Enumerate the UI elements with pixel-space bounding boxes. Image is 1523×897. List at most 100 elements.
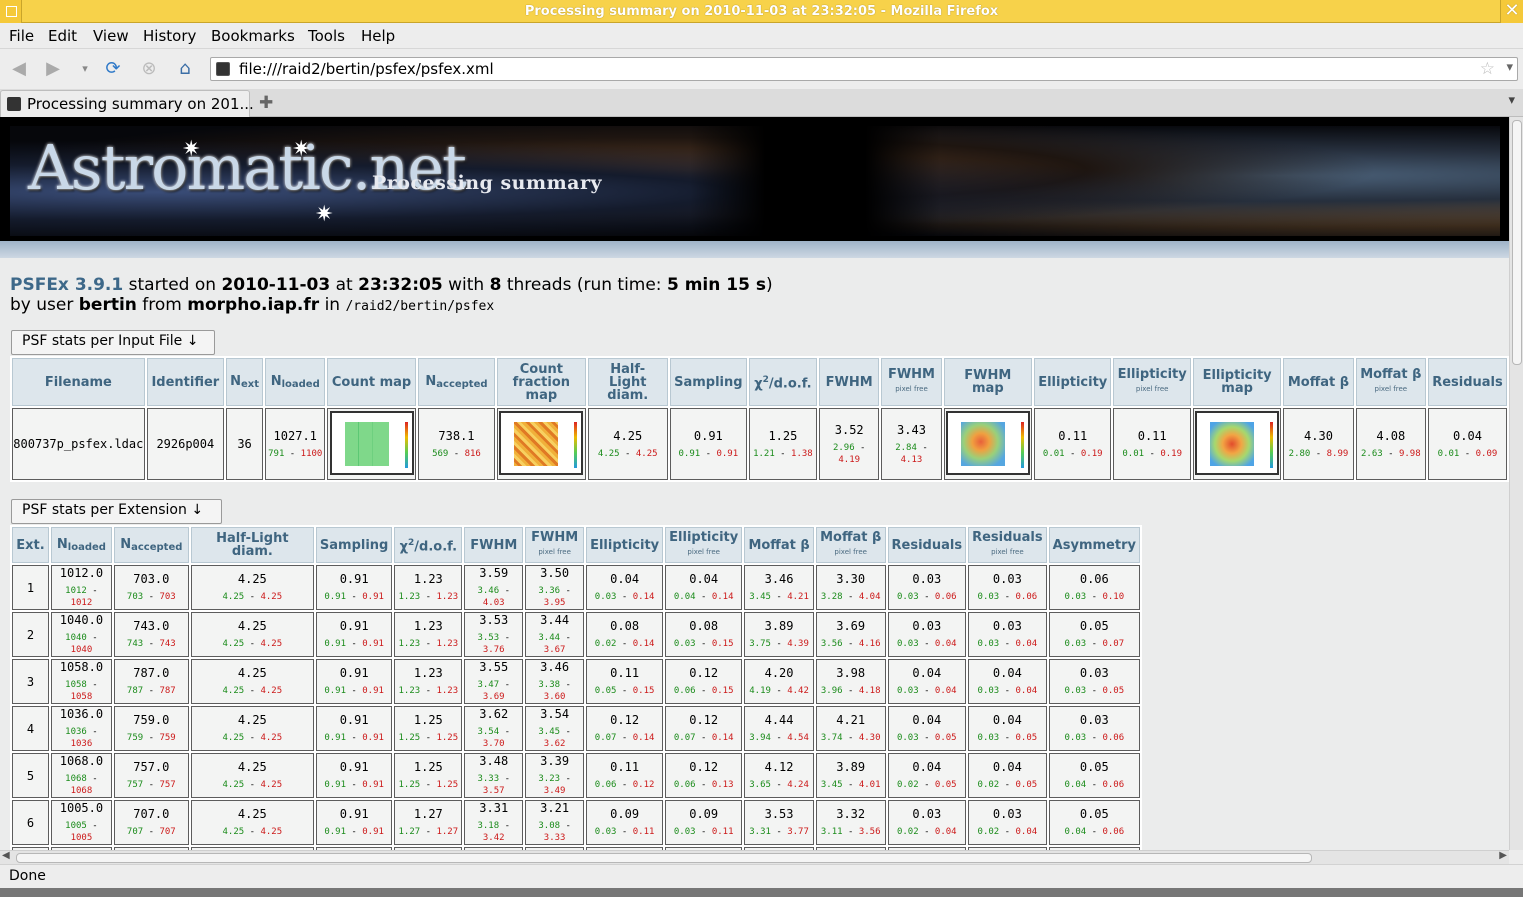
back-icon[interactable]: ◀ xyxy=(7,57,31,81)
col-fwhm-pixel-free[interactable]: FWHM pixel free xyxy=(525,527,585,563)
close-window-icon[interactable]: ✕ xyxy=(1500,0,1523,23)
cell-count-map xyxy=(327,408,416,480)
tab-list-icon[interactable]: ▾ xyxy=(1508,93,1515,108)
history-dropdown-icon[interactable]: ▾ xyxy=(73,57,97,81)
col-ellipticity[interactable]: Ellipticity xyxy=(586,527,664,563)
cell-residuals-pixel-free: 0.03 0.02 - 0.04 xyxy=(968,800,1047,845)
menu-edit[interactable]: Edit xyxy=(48,27,77,45)
col-half-light[interactable]: Half-Light diam. xyxy=(587,358,668,406)
menu-history[interactable]: History xyxy=(143,27,196,45)
cell-sampling: 0.91 0.91 - 0.91 xyxy=(315,753,393,798)
reload-icon[interactable]: ⟳ xyxy=(101,57,125,81)
bookmark-star-icon[interactable]: ☆ xyxy=(1480,59,1495,79)
vertical-scrollbar-thumb[interactable] xyxy=(1512,120,1522,365)
cell-sampling: 0.91 0.91 - 0.91 xyxy=(315,659,393,704)
horizontal-scrollbar[interactable]: ◀ ▶ xyxy=(0,850,1509,864)
cell-residuals-pixel-free: 0.04 0.03 - 0.04 xyxy=(968,659,1047,704)
thread-count: 8 xyxy=(489,275,502,295)
menu-bookmarks[interactable]: Bookmarks xyxy=(211,27,295,45)
page-content: Astromatic.net ✷ ✷ ✷ Processing summary … xyxy=(0,117,1509,850)
psf-per-extension-button[interactable]: PSF stats per Extension ↓ xyxy=(11,499,222,524)
col-next[interactable]: Next xyxy=(226,358,264,406)
col-sampling[interactable]: Sampling xyxy=(669,358,747,406)
col-count-map[interactable]: Count map xyxy=(327,358,416,406)
col-ellipticity-pixel-free[interactable]: Ellipticity pixel free xyxy=(665,527,743,563)
col-moffat[interactable]: Moffat β xyxy=(744,527,814,563)
tab-processing-summary[interactable]: Processing summary on 201... xyxy=(0,90,254,117)
horizontal-scrollbar-thumb[interactable] xyxy=(16,853,1312,863)
window-menu-icon[interactable] xyxy=(0,0,22,23)
col-identifier[interactable]: Identifier xyxy=(146,358,225,406)
url-bar[interactable]: file:///raid2/bertin/psfex/psfex.xml ☆ ▾ xyxy=(210,57,1518,81)
url-text[interactable]: file:///raid2/bertin/psfex/psfex.xml xyxy=(239,60,494,78)
col-ext[interactable]: Ext. xyxy=(12,527,49,563)
cell-naccepted: 759.0 759 - 759 xyxy=(113,706,189,751)
fwhm-map-thumbnail[interactable] xyxy=(945,410,1030,475)
col-ellipticity-pixel-free[interactable]: Ellipticity pixel free xyxy=(1113,358,1191,406)
cell-moffat: 4.44 3.94 - 4.54 xyxy=(744,706,814,751)
col-fwhm[interactable]: FWHM xyxy=(819,358,880,406)
col-moffat-pixel-free[interactable]: Moffat β pixel free xyxy=(815,527,886,563)
col-nloaded[interactable]: Nloaded xyxy=(50,527,112,563)
cell-fwhm-pixel-free: 3.44 3.44 - 3.67 xyxy=(525,612,585,657)
count-fraction-map-thumbnail[interactable] xyxy=(499,410,584,475)
cell-asymmetry: 0.03 0.03 - 0.05 xyxy=(1048,659,1140,704)
col-fwhm-pixel-free[interactable]: FWHM pixel free xyxy=(881,358,942,406)
scroll-left-icon[interactable]: ◀ xyxy=(2,850,10,861)
col-moffat-pixel-free[interactable]: Moffat β pixel free xyxy=(1355,358,1426,406)
vertical-scrollbar[interactable] xyxy=(1509,117,1523,850)
menu-view[interactable]: View xyxy=(93,27,129,45)
col-residuals[interactable]: Residuals xyxy=(1427,358,1507,406)
col-chi2[interactable]: χ2/d.o.f. xyxy=(394,527,463,563)
cell-residuals: 0.04 0.03 - 0.04 xyxy=(887,659,967,704)
col-sampling[interactable]: Sampling xyxy=(315,527,393,563)
col-residuals[interactable]: Residuals xyxy=(887,527,967,563)
cell-fwhm-pixel-free: 3.50 3.36 - 3.95 xyxy=(525,565,585,610)
stop-icon[interactable]: ⊗ xyxy=(137,57,161,81)
cell-ellipticity: 0.12 0.07 - 0.14 xyxy=(586,706,664,751)
scroll-right-icon[interactable]: ▶ xyxy=(1499,850,1507,861)
psf-per-input-file-button[interactable]: PSF stats per Input File ↓ xyxy=(11,330,215,355)
col-ellipticity[interactable]: Ellipticity xyxy=(1034,358,1112,406)
col-moffat[interactable]: Moffat β xyxy=(1283,358,1354,406)
ellipticity-map-thumbnail[interactable] xyxy=(1195,410,1280,475)
col-naccepted[interactable]: Naccepted xyxy=(417,358,496,406)
col-fwhm[interactable]: FWHM xyxy=(464,527,524,563)
menu-help[interactable]: Help xyxy=(361,27,395,45)
program-name[interactable]: PSFEx 3.9.1 xyxy=(10,275,123,295)
col-filename[interactable]: Filename xyxy=(12,358,145,406)
banner-title: Processing summary xyxy=(372,172,603,194)
menu-tools[interactable]: Tools xyxy=(308,27,345,45)
cell-sampling: 0.91 0.91 - 0.91 xyxy=(315,565,393,610)
cell-nloaded: 1012.0 1012 - 1012 xyxy=(50,565,112,610)
cell-identifier: 2926p004 xyxy=(146,408,225,480)
col-chi2[interactable]: χ2/d.o.f. xyxy=(748,358,818,406)
col-asymmetry[interactable]: Asymmetry xyxy=(1048,527,1140,563)
cell-ellipticity-pixel-free: 0.09 0.03 - 0.11 xyxy=(665,800,743,845)
cell-filename: 800737p_psfex.ldac xyxy=(12,408,145,480)
cell-chi2: 1.25 1.25 - 1.25 xyxy=(394,706,463,751)
cell-chi2: 1.23 1.23 - 1.23 xyxy=(394,612,463,657)
cell-fwhm-pixel-free: 3.54 3.45 - 3.62 xyxy=(525,706,585,751)
col-count-fraction-map[interactable]: Count fraction map xyxy=(497,358,586,406)
count-map-thumbnail[interactable] xyxy=(329,410,414,475)
col-half-light[interactable]: Half-Light diam. xyxy=(190,527,314,563)
cell-ext: 4 xyxy=(12,706,49,751)
new-tab-icon[interactable]: ✚ xyxy=(259,93,273,113)
col-fwhm-map[interactable]: FWHM map xyxy=(943,358,1033,406)
cell-ellipticity: 0.09 0.03 - 0.11 xyxy=(586,800,664,845)
run-info-line-2: by user bertin from morpho.iap.fr in /ra… xyxy=(10,295,495,315)
cell-asymmetry: 0.03 0.03 - 0.06 xyxy=(1048,706,1140,751)
col-ellipticity-map[interactable]: Ellipticity map xyxy=(1192,358,1282,406)
forward-icon[interactable]: ▶ xyxy=(41,57,65,81)
cell-nloaded: 1005.0 1005 - 1005 xyxy=(50,800,112,845)
col-naccepted[interactable]: Naccepted xyxy=(113,527,189,563)
col-residuals-pixel-free[interactable]: Residuals pixel free xyxy=(968,527,1047,563)
cell-ellipticity-pixel-free: 0.12 0.06 - 0.13 xyxy=(665,753,743,798)
extension-table: Ext. Nloaded Naccepted Half-Light diam. … xyxy=(10,525,1142,850)
col-nloaded[interactable]: Nloaded xyxy=(265,358,326,406)
cell-moffat-pixel-free: 3.69 3.56 - 4.16 xyxy=(815,612,886,657)
menu-file[interactable]: File xyxy=(9,27,34,45)
url-dropdown-icon[interactable]: ▾ xyxy=(1506,60,1513,75)
home-icon[interactable]: ⌂ xyxy=(173,57,197,81)
